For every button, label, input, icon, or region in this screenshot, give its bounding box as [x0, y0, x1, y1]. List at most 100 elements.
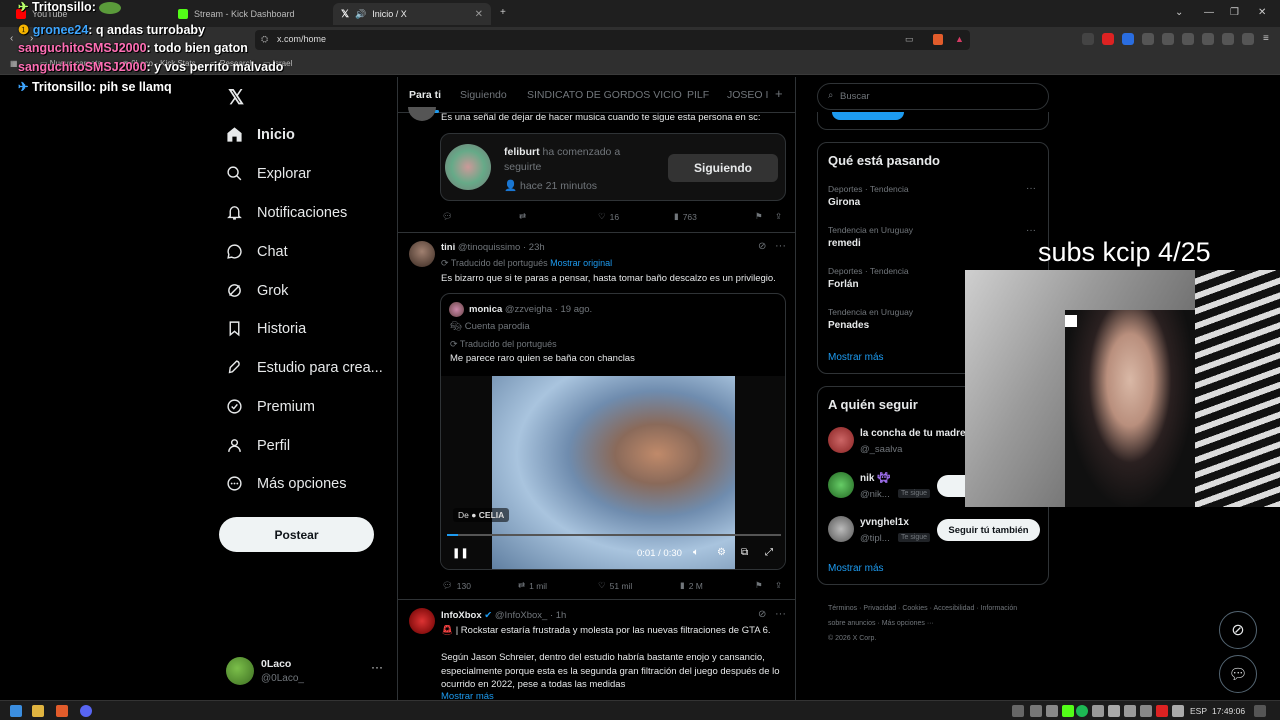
notifications-icon[interactable]: [1254, 705, 1266, 717]
minimize-button[interactable]: —: [1204, 7, 1214, 18]
more-horizontal-icon[interactable]: ···: [775, 608, 786, 620]
footer-link[interactable]: Términos: [828, 605, 857, 612]
tray-icon[interactable]: [1140, 705, 1152, 717]
tray-icon[interactable]: [1062, 705, 1074, 717]
avatar[interactable]: [828, 472, 854, 498]
x-logo-icon[interactable]: 𝕏: [228, 85, 244, 110]
fullscreen-icon[interactable]: ⤢: [765, 547, 773, 558]
following-button[interactable]: Siguiendo: [668, 154, 778, 182]
leo-icon[interactable]: [1222, 33, 1234, 45]
trend-item[interactable]: Penades: [828, 320, 869, 331]
tray-icon[interactable]: [1108, 705, 1120, 717]
sidebar-item-chat[interactable]: Chat: [226, 243, 288, 260]
avatar[interactable]: [828, 427, 854, 453]
footer-link[interactable]: Cookies: [902, 605, 927, 612]
trend-item[interactable]: Forlán: [828, 279, 859, 290]
sidebar-item-perfil[interactable]: Perfil: [226, 437, 290, 454]
views-button[interactable]: ▮ 763: [674, 211, 697, 222]
menu-icon[interactable]: ≡: [1263, 33, 1269, 44]
sidebar-item-explorar[interactable]: Explorar: [226, 165, 311, 182]
tray-icon[interactable]: [1012, 705, 1024, 717]
share-icon[interactable]: ⇪: [775, 211, 782, 222]
follow-back-button[interactable]: Seguir tú también: [937, 519, 1040, 541]
pip-icon[interactable]: ⧉: [741, 547, 748, 558]
wallet-icon[interactable]: [1202, 33, 1214, 45]
brave-browser-icon[interactable]: [56, 705, 68, 717]
like-button[interactable]: ♡ 51 mil: [598, 580, 632, 591]
extension-icon[interactable]: [1082, 33, 1094, 45]
show-more-link[interactable]: Mostrar más: [828, 352, 884, 363]
sidebar-item-grok[interactable]: Grok: [226, 282, 288, 299]
bookmark-icon[interactable]: ⚑: [755, 580, 763, 591]
address-bar[interactable]: ⛭ x.com/home ▭ ▲: [255, 30, 970, 50]
maximize-button[interactable]: ❐: [1230, 7, 1239, 18]
tab-para-ti[interactable]: Para ti: [409, 89, 441, 101]
tab-siguiendo[interactable]: Siguiendo: [460, 89, 507, 101]
trend-item[interactable]: remedi: [828, 238, 861, 249]
windows-start-icon[interactable]: [10, 705, 22, 717]
vpn-icon[interactable]: [1242, 33, 1254, 45]
tray-icon[interactable]: [1046, 705, 1058, 717]
more-horizontal-icon[interactable]: ···: [1026, 183, 1036, 194]
tab-list[interactable]: PILF: [687, 89, 709, 101]
cast-icon[interactable]: ▭: [905, 34, 914, 45]
close-tab-icon[interactable]: ✕: [475, 9, 483, 20]
apps-icon[interactable]: ▦: [10, 59, 18, 68]
show-more-link[interactable]: Mostrar más: [441, 691, 494, 700]
rewards-icon[interactable]: ▲: [955, 34, 964, 44]
video-progress-bar[interactable]: [447, 534, 781, 536]
back-icon[interactable]: ‹: [10, 33, 13, 44]
show-more-link[interactable]: Mostrar más: [828, 563, 884, 574]
search-input[interactable]: ⌕ Buscar: [817, 83, 1049, 110]
brave-shield-icon[interactable]: [933, 34, 943, 45]
spotify-icon[interactable]: [1076, 705, 1088, 717]
sidebar-item-inicio[interactable]: Inicio: [226, 126, 295, 143]
tray-icon[interactable]: [1030, 705, 1042, 717]
share-icon[interactable]: ⇪: [775, 580, 782, 591]
sidebar-item-historia[interactable]: Historia: [226, 320, 306, 337]
more-horizontal-icon[interactable]: ···: [371, 660, 383, 674]
grok-float-button[interactable]: ⊘: [1219, 611, 1257, 649]
tab-list[interactable]: JOSEO I: [727, 89, 768, 101]
account-switcher[interactable]: 0Laco @0Laco_ ···: [226, 655, 386, 687]
avatar[interactable]: [828, 516, 854, 542]
close-window-button[interactable]: ✕: [1258, 7, 1266, 18]
embedded-image-card[interactable]: feliburt ha comenzado a seguirte 👤 hace …: [440, 133, 786, 201]
extension-icon[interactable]: [1122, 33, 1134, 45]
video-source-badge[interactable]: De ● CELIA: [453, 508, 510, 522]
more-horizontal-icon[interactable]: ···: [1026, 225, 1036, 236]
grok-icon[interactable]: ⊘: [758, 241, 766, 252]
tray-icon[interactable]: [1124, 705, 1136, 717]
sidebar-item-premium[interactable]: Premium: [226, 398, 315, 415]
subscribe-button[interactable]: [832, 112, 904, 120]
tab-x-home[interactable]: 𝕏 🔊 Inicio / X ✕: [333, 3, 491, 25]
reply-icon[interactable]: 💬︎: [442, 211, 453, 222]
music-icon[interactable]: [1162, 33, 1174, 45]
tray-icon[interactable]: [1092, 705, 1104, 717]
extension-icon[interactable]: [1102, 33, 1114, 45]
quoted-post[interactable]: monica @zzveigha · 19 ago. 🎭︎ Cuenta par…: [440, 293, 786, 570]
sidebar-icon[interactable]: [1182, 33, 1194, 45]
video-player[interactable]: De ● CELIA ❚❚ 0:01 / 0:30 🔈︎ ⚙ ⧉ ⤢: [441, 376, 785, 569]
add-tab-icon[interactable]: +: [775, 86, 783, 101]
more-horizontal-icon[interactable]: ···: [775, 240, 786, 252]
sidebar-item-estudio[interactable]: Estudio para crea...: [226, 359, 383, 376]
reply-button[interactable]: 💬︎ 130: [442, 580, 471, 591]
pause-icon[interactable]: ❚❚: [452, 548, 469, 559]
messages-float-button[interactable]: 💬︎: [1219, 655, 1257, 693]
views-button[interactable]: ▮ 2 M: [680, 580, 703, 591]
like-button[interactable]: ♡ 16: [598, 211, 619, 222]
discord-icon[interactable]: [80, 705, 92, 717]
puzzle-icon[interactable]: [1142, 33, 1154, 45]
tab-list-icon[interactable]: ⌄: [1175, 7, 1183, 18]
settings-icon[interactable]: ⚙: [717, 547, 726, 558]
volume-icon[interactable]: [1172, 705, 1184, 717]
grok-icon[interactable]: ⊘: [758, 609, 766, 620]
sidebar-item-mas-opciones[interactable]: Más opciones: [226, 475, 346, 492]
site-info-icon[interactable]: ⛭: [261, 34, 268, 45]
sidebar-item-notificaciones[interactable]: Notificaciones: [226, 204, 347, 221]
bookmark-icon[interactable]: ⚑: [755, 211, 763, 222]
new-tab-button[interactable]: +: [500, 7, 506, 18]
trend-item[interactable]: Girona: [828, 197, 860, 208]
avatar[interactable]: [409, 241, 435, 267]
